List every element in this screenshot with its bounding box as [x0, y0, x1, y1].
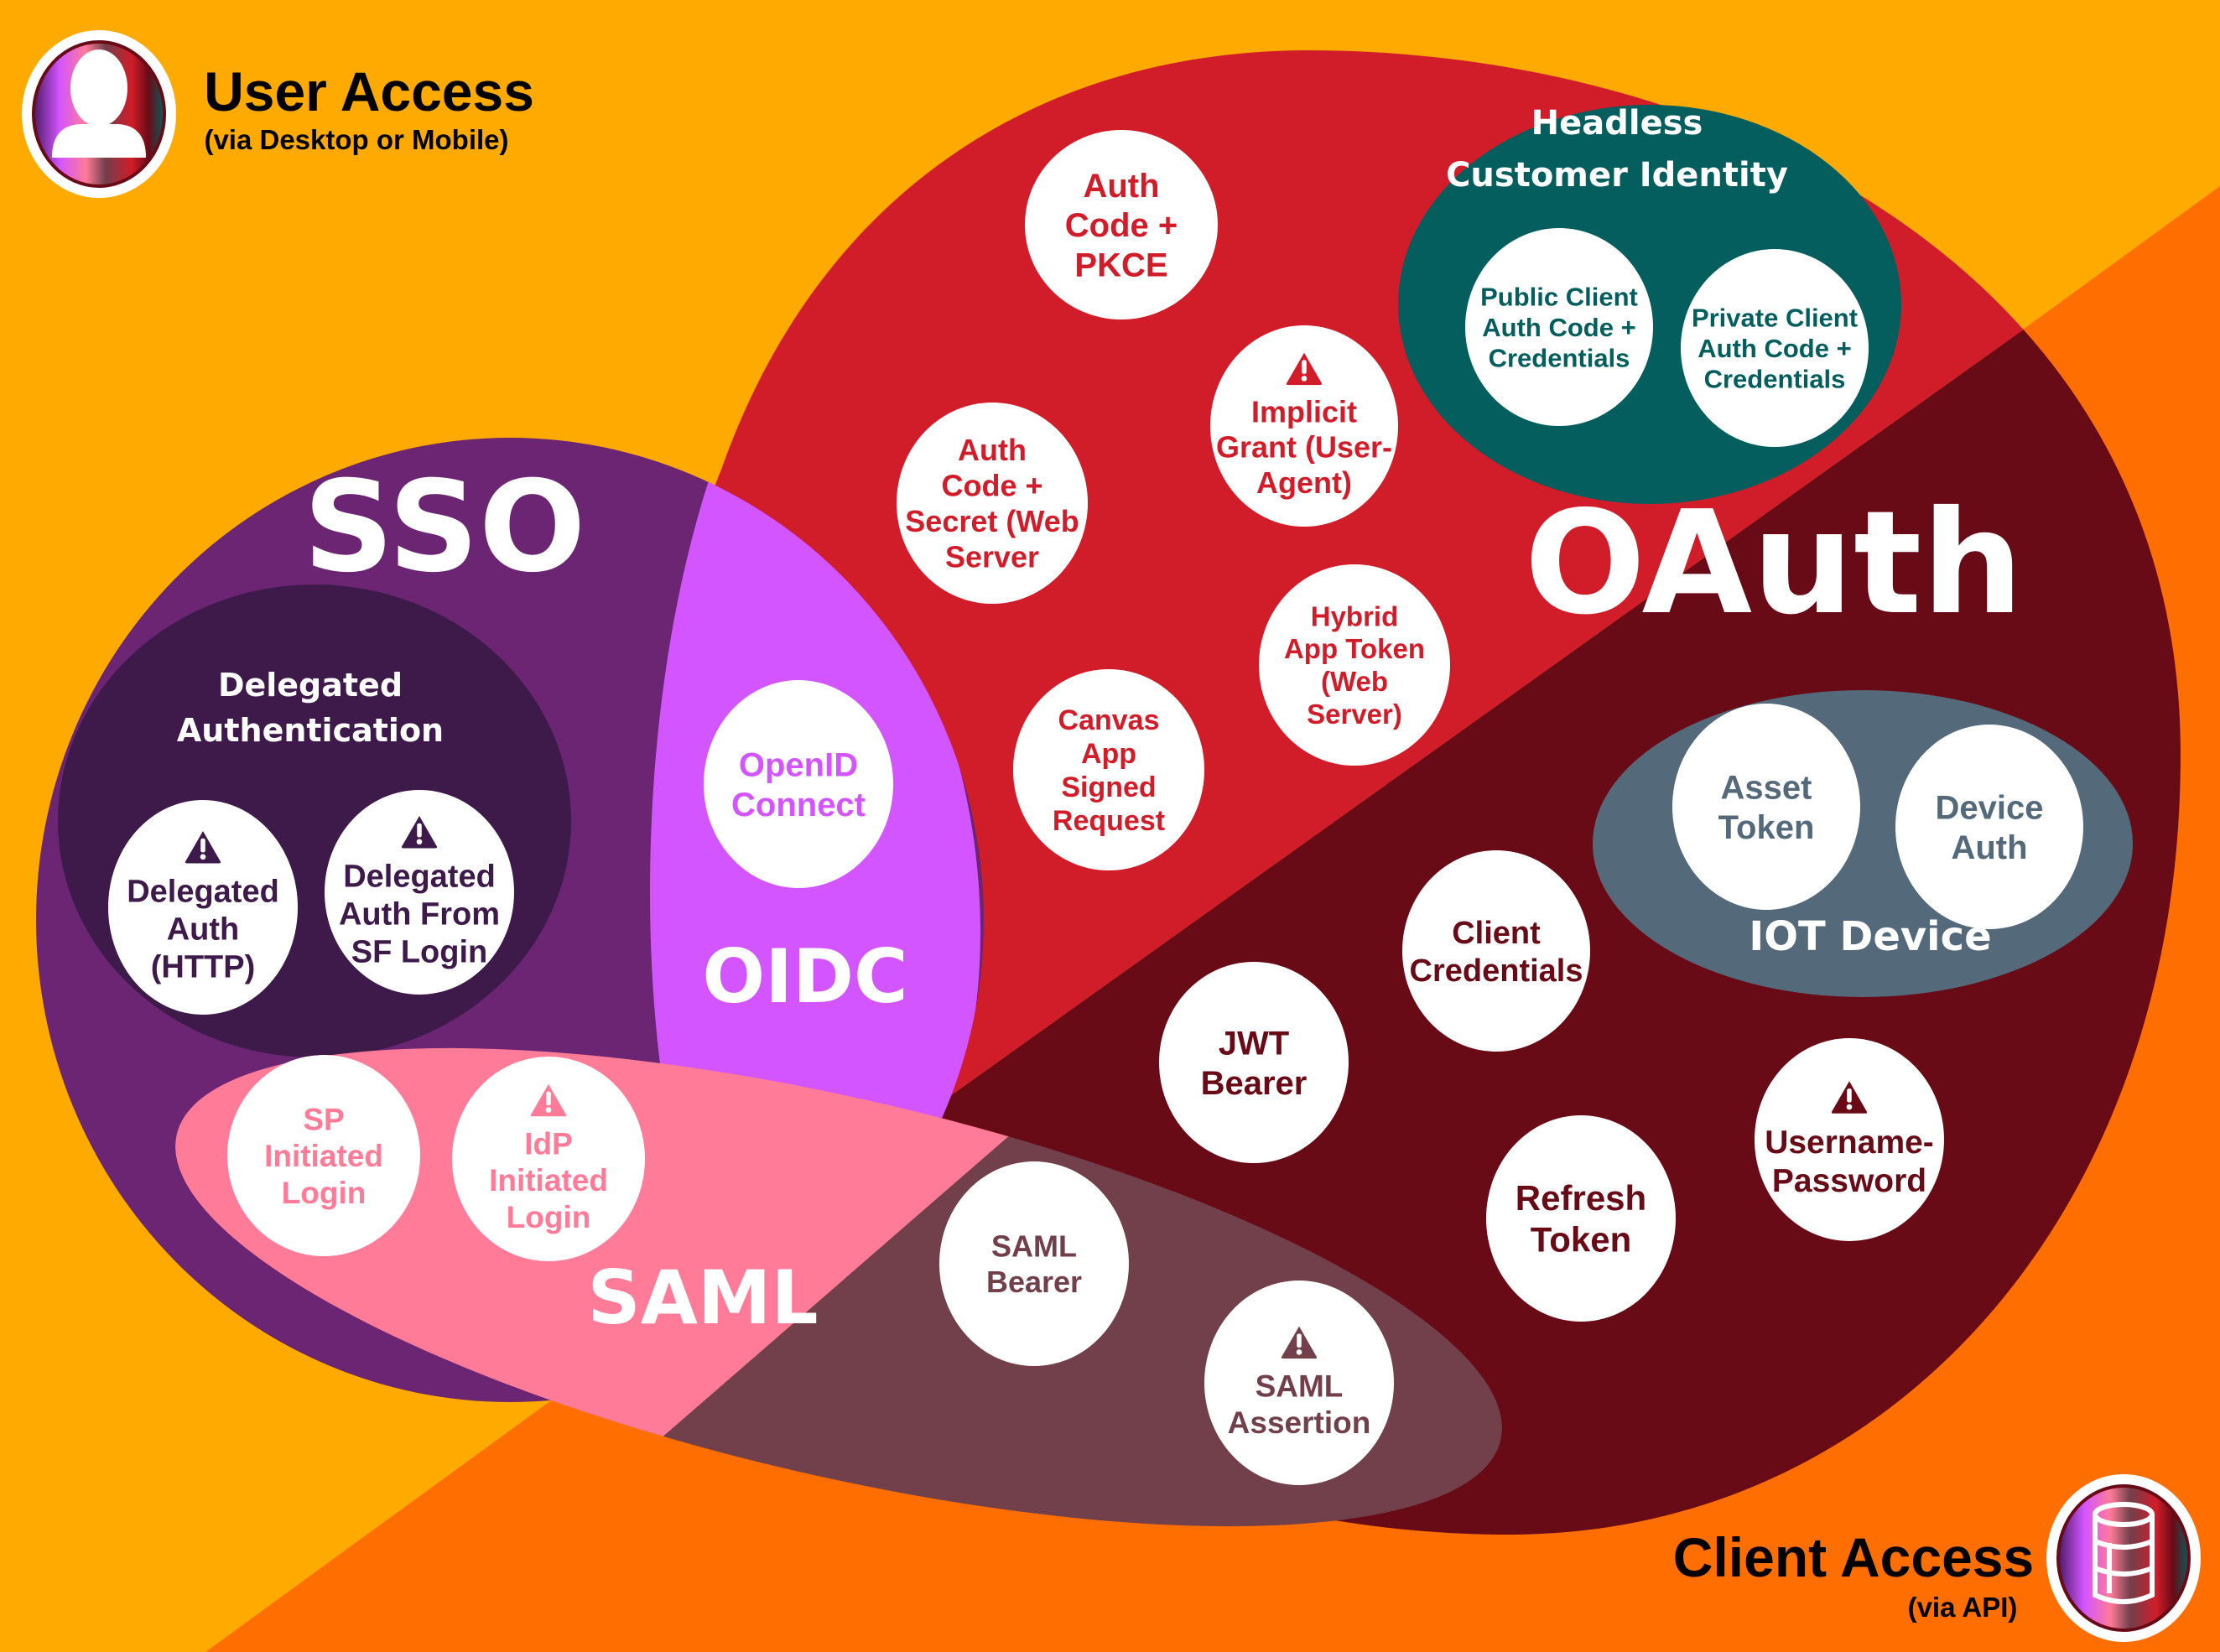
- bubble-label-line: Auth: [1951, 829, 2027, 866]
- flow-bubble-username-password: Username-Password: [1755, 1038, 1944, 1241]
- bubble-label-line: Token: [1718, 809, 1815, 846]
- flow-bubble-hybrid: HybridApp Token(WebServer): [1259, 564, 1450, 766]
- bubble-label-line: Credentials: [1704, 365, 1846, 394]
- flow-bubble-canvas: CanvasAppSignedRequest: [1013, 669, 1204, 870]
- flow-bubble-refresh-token: RefreshToken: [1486, 1115, 1676, 1322]
- client-access-badge: [2046, 1474, 2201, 1642]
- bubble-label-line: Auth: [1083, 168, 1159, 205]
- bubble-label-line: SAML: [991, 1229, 1077, 1264]
- bubble-label-line: App Token: [1284, 633, 1425, 664]
- bubble-label-line: Auth Code +: [1697, 334, 1851, 363]
- flow-bubble-auth-pkce: AuthCode +PKCE: [1025, 130, 1218, 319]
- bubble-label-line: Server): [1307, 699, 1402, 730]
- bubble-label-line: Public Client: [1480, 282, 1638, 311]
- client-access-title: Client Access: [1673, 1526, 2034, 1588]
- flow-bubble-openid: OpenIDConnect: [704, 680, 893, 888]
- flow-bubble-jwt-bearer: JWTBearer: [1159, 962, 1349, 1163]
- bubble-label-line: Auth: [958, 433, 1027, 467]
- bubble-label-line: Server: [945, 539, 1039, 574]
- bubble-background: [1486, 1115, 1676, 1322]
- bubble-background: [1013, 669, 1204, 870]
- flow-bubble-saml-assertion: SAMLAssertion: [1204, 1281, 1394, 1485]
- oauth-label: OAuth: [1525, 481, 2024, 647]
- bubble-label-line: Auth Code +: [1482, 313, 1635, 342]
- bubble-label-line: SF Login: [351, 934, 488, 969]
- bubble-label-line: Request: [1053, 805, 1165, 837]
- bubble-label-line: Auth: [167, 912, 240, 947]
- user-access-badge: [22, 30, 176, 198]
- bubble-label-line: Agent): [1256, 465, 1352, 500]
- flow-bubble-sp-login: SPInitiatedLogin: [227, 1055, 420, 1256]
- bubble-label-line: Assertion: [1228, 1405, 1371, 1440]
- flow-bubble-client-credentials: ClientCredentials: [1402, 850, 1590, 1052]
- oidc-label: OIDC: [702, 933, 907, 1020]
- bubble-label-line: Password: [1772, 1163, 1926, 1199]
- bubble-label-line: App: [1081, 738, 1136, 770]
- flow-bubble-implicit: ImplicitGrant (User-Agent): [1210, 325, 1398, 527]
- bubble-label-line: Implicit: [1251, 394, 1357, 429]
- bubble-label-line: Username-: [1765, 1125, 1934, 1161]
- bubble-label-line: Signed: [1061, 771, 1156, 803]
- user-access-subtitle: (via Desktop or Mobile): [204, 124, 508, 155]
- bubble-label-line: Credentials: [1410, 953, 1583, 989]
- client-access-subtitle: (via API): [1908, 1592, 2018, 1623]
- bubble-label-line: PKCE: [1074, 247, 1167, 283]
- bubble-label-line: Bearer: [1201, 1065, 1308, 1102]
- bubble-label-line: Delegated: [127, 875, 279, 910]
- headless-label-line2: Customer Identity: [1446, 156, 1788, 195]
- oauth-sso-diagram: SSO OIDC OAuth SAML Delegated Authentica…: [0, 0, 2220, 1652]
- flow-bubble-saml-bearer: SAMLBearer: [939, 1161, 1129, 1366]
- bubble-label-line: Login: [507, 1200, 591, 1234]
- sso-label: SSO: [304, 455, 586, 600]
- flow-bubble-public-client: Public ClientAuth Code +Credentials: [1465, 228, 1653, 426]
- bubble-label-line: Delegated: [343, 860, 496, 895]
- headless-label-line1: Headless: [1531, 104, 1703, 143]
- bubble-background: [1895, 725, 2083, 929]
- flow-bubble-delegated-sf: DelegatedAuth FromSF Login: [325, 790, 514, 995]
- bubble-label-line: Token: [1531, 1220, 1632, 1260]
- bubble-label-line: Initiated: [489, 1163, 608, 1197]
- bubble-label-line: Hybrid: [1311, 600, 1399, 631]
- saml-label: SAML: [587, 1255, 818, 1341]
- delegated-label-line2: Authentication: [177, 712, 444, 749]
- bubble-label-line: Login: [282, 1176, 367, 1210]
- bubble-label-line: Grant (User-: [1216, 430, 1392, 465]
- flow-bubble-device-auth: DeviceAuth: [1895, 725, 2083, 929]
- flow-bubble-idp-login: IdPInitiatedLogin: [452, 1057, 645, 1261]
- bubble-label-line: Bearer: [986, 1265, 1082, 1299]
- bubble-background: [1259, 564, 1450, 766]
- bubble-label-line: Client: [1452, 916, 1541, 951]
- bubble-label-line: Credentials: [1489, 344, 1630, 373]
- bubble-label-line: (Web: [1321, 666, 1388, 697]
- bubble-label-line: SAML: [1256, 1369, 1344, 1403]
- bubble-label-line: SP: [303, 1102, 344, 1136]
- bubble-label-line: Code +: [941, 469, 1042, 503]
- bubble-label-line: IdP: [524, 1126, 573, 1161]
- delegated-authentication-region: [58, 584, 571, 1057]
- bubble-label-line: Device: [1936, 790, 2044, 827]
- bubble-label-line: Initiated: [264, 1139, 383, 1173]
- bubble-label-line: (HTTP): [151, 949, 256, 984]
- bubble-label-line: Secret (Web: [905, 504, 1079, 538]
- flow-bubble-private-client: Private ClientAuth Code +Credentials: [1681, 249, 1869, 447]
- bubble-label-line: Private Client: [1692, 303, 1858, 332]
- bubble-label-line: Asset: [1721, 770, 1812, 807]
- bubble-label-line: OpenID: [739, 747, 858, 784]
- user-access-title: User Access: [204, 60, 534, 122]
- bubble-label-line: JWT: [1219, 1026, 1289, 1062]
- bubble-label-line: Code +: [1065, 207, 1178, 244]
- bubble-label-line: Refresh: [1516, 1178, 1646, 1218]
- delegated-label-line1: Delegated: [218, 667, 403, 704]
- flow-bubble-auth-secret: AuthCode +Secret (WebServer: [897, 403, 1088, 604]
- bubble-background: [704, 680, 893, 888]
- bubble-background: [1159, 962, 1349, 1163]
- bubble-background: [1672, 704, 1860, 910]
- bubble-label-line: Auth From: [339, 896, 500, 932]
- flow-bubble-delegated-http: DelegatedAuth(HTTP): [108, 800, 298, 1015]
- bubble-label-line: Connect: [731, 787, 866, 823]
- bubble-label-line: Canvas: [1058, 704, 1160, 736]
- flow-bubble-asset-token: AssetToken: [1672, 704, 1860, 910]
